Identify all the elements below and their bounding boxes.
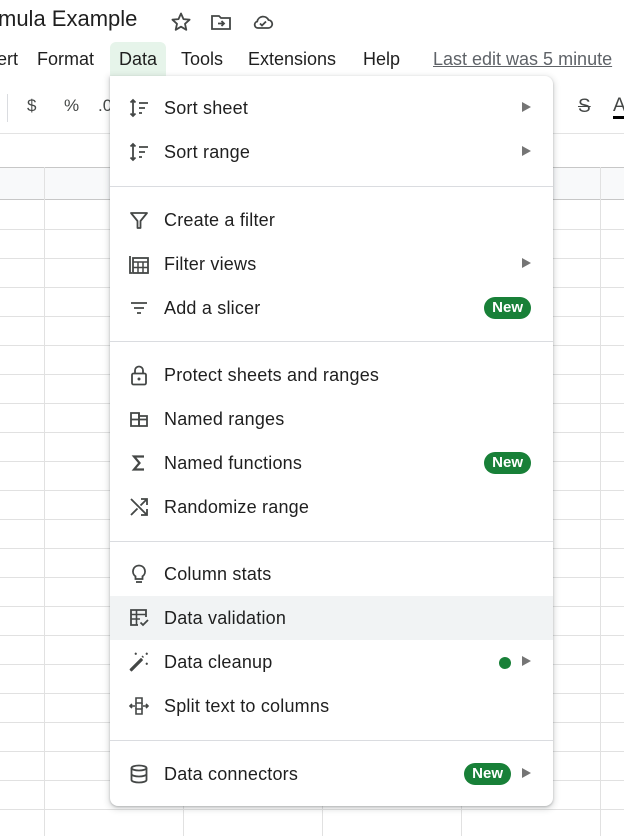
menu-item-data-cleanup[interactable]: Data cleanup <box>110 640 553 684</box>
menu-item-named-ranges[interactable]: Named ranges <box>110 397 553 441</box>
column-gridline <box>600 167 601 836</box>
filter-icon <box>128 209 150 231</box>
menu-item-randomize-range[interactable]: Randomize range <box>110 485 553 529</box>
menu-item-label: Add a slicer <box>164 298 261 318</box>
menu-item-label: Sort sheet <box>164 98 249 118</box>
named-ranges-icon <box>128 408 150 430</box>
menu-separator <box>110 186 553 187</box>
magic-wand-icon <box>128 651 150 673</box>
menu-insert[interactable]: ert <box>0 42 18 76</box>
menu-item-label: Create a filter <box>164 210 276 230</box>
menu-separator <box>110 341 553 342</box>
menu-item-protect-sheets[interactable]: Protect sheets and ranges <box>110 353 553 397</box>
status-dot <box>499 657 511 669</box>
shuffle-icon <box>128 496 150 518</box>
data-validation-icon <box>128 607 150 629</box>
menu-item-data-validation[interactable]: Data validation <box>110 596 553 640</box>
row-gridline <box>0 809 624 810</box>
toolbar-separator <box>7 94 8 122</box>
lock-icon <box>128 364 150 386</box>
menu-item-label: Data cleanup <box>164 652 273 672</box>
submenu-arrow-icon <box>522 258 531 268</box>
title-bar: mula Example <box>0 0 624 42</box>
menu-item-column-stats[interactable]: Column stats <box>110 552 553 596</box>
menu-item-filter-views[interactable]: Filter views <box>110 242 553 286</box>
new-badge: New <box>484 297 531 319</box>
menu-item-sort-sheet[interactable]: Sort sheet <box>110 86 553 130</box>
sort-icon <box>128 141 150 163</box>
document-title[interactable]: mula Example <box>0 6 137 32</box>
slicer-icon <box>128 297 150 319</box>
menu-separator <box>110 541 553 542</box>
menu-item-label: Named functions <box>164 453 303 473</box>
move-to-folder-icon[interactable] <box>209 10 233 34</box>
menu-item-label: Protect sheets and ranges <box>164 365 380 385</box>
menu-help[interactable]: Help <box>363 42 400 76</box>
format-currency-button[interactable]: $ <box>27 96 36 116</box>
menu-item-label: Column stats <box>164 564 272 584</box>
column-gridline <box>44 167 45 836</box>
menu-item-data-connectors[interactable]: Data connectors New <box>110 752 553 796</box>
menu-item-named-functions[interactable]: Named functions New <box>110 441 553 485</box>
sort-icon <box>128 97 150 119</box>
strikethrough-button[interactable]: S <box>578 96 591 118</box>
menu-item-sort-range[interactable]: Sort range <box>110 130 553 174</box>
menu-bar: ert Format Data Tools Extensions Help La… <box>0 42 624 76</box>
submenu-arrow-icon <box>522 146 531 156</box>
menu-data[interactable]: Data <box>110 42 167 76</box>
menu-item-label: Split text to columns <box>164 696 330 716</box>
text-color-button[interactable]: A <box>613 96 624 119</box>
sigma-icon <box>128 452 150 474</box>
star-icon[interactable] <box>169 10 193 34</box>
menu-item-label: Data connectors <box>164 764 299 784</box>
menu-item-label: Filter views <box>164 254 257 274</box>
menu-format[interactable]: Format <box>37 42 94 76</box>
lightbulb-icon <box>128 563 150 585</box>
data-menu-dropdown: Sort sheet Sort range Create a filter Fi… <box>110 76 553 806</box>
submenu-arrow-icon <box>522 102 531 112</box>
cloud-saved-icon[interactable] <box>251 10 275 34</box>
menu-item-split-text[interactable]: Split text to columns <box>110 684 553 728</box>
menu-item-create-filter[interactable]: Create a filter <box>110 198 553 242</box>
submenu-arrow-icon <box>522 768 531 778</box>
menu-item-label: Sort range <box>164 142 251 162</box>
menu-item-label: Randomize range <box>164 497 310 517</box>
format-percent-button[interactable]: % <box>64 96 79 116</box>
filter-views-icon <box>128 253 150 275</box>
menu-tools[interactable]: Tools <box>181 42 223 76</box>
menu-extensions[interactable]: Extensions <box>248 42 336 76</box>
menu-item-label: Data validation <box>164 608 287 628</box>
database-icon <box>128 763 150 785</box>
new-badge: New <box>464 763 511 785</box>
menu-separator <box>110 740 553 741</box>
new-badge: New <box>484 452 531 474</box>
submenu-arrow-icon <box>522 656 531 666</box>
split-columns-icon <box>128 695 150 717</box>
menu-item-label: Named ranges <box>164 409 285 429</box>
last-edit-link[interactable]: Last edit was 5 minute <box>433 42 612 76</box>
menu-item-add-slicer[interactable]: Add a slicer New <box>110 286 553 330</box>
